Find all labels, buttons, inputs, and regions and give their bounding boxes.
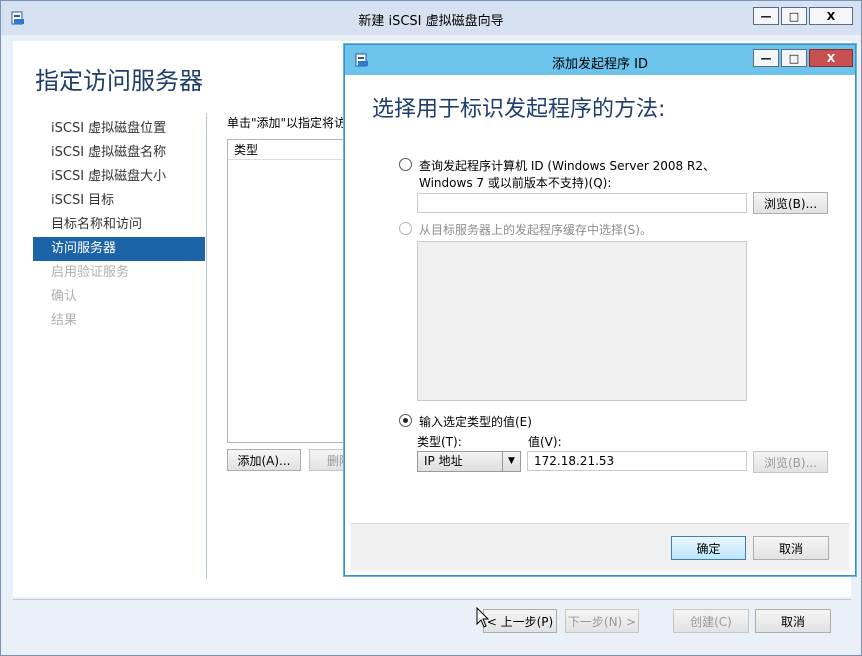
chevron-down-icon[interactable]: ▼ — [502, 452, 520, 471]
dialog-button-bar: 确定 取消 — [351, 523, 849, 571]
manual-label: 输入选定类型的值(E) — [419, 415, 532, 429]
initiator-cache-list[interactable] — [417, 241, 747, 401]
page-title: 指定访问服务器 — [35, 67, 203, 95]
value-input[interactable]: 172.18.21.53 — [527, 451, 747, 471]
nav-item-target-name-access[interactable]: 目标名称和访问 — [33, 213, 205, 237]
cancel-button[interactable]: 取消 — [755, 609, 831, 633]
dialog-body: 选择用于标识发起程序的方法: 查询发起程序计算机 ID (Windows Ser… — [351, 75, 849, 571]
wizard-window-controls: — □ X — [751, 7, 853, 25]
manual-radio[interactable] — [399, 414, 412, 427]
nav-item-confirm: 确认 — [51, 289, 78, 304]
nav-item-disk-location[interactable]: iSCSI 虚拟磁盘位置 — [33, 117, 205, 141]
maximize-button[interactable]: □ — [781, 7, 807, 25]
query-label-line2: Windows 7 或以前版本不支持)(Q): — [419, 176, 612, 190]
dialog-cancel-button[interactable]: 取消 — [753, 536, 829, 560]
nav-item-enable-auth: 启用验证服务 — [51, 265, 130, 280]
nav-item-iscsi-target[interactable]: iSCSI 目标 — [33, 189, 205, 213]
option-manual-value[interactable]: 输入选定类型的值(E) — [399, 413, 532, 430]
instruction-text: 单击"添加"以指定将访 — [227, 116, 347, 130]
query-computer-input[interactable] — [417, 193, 747, 213]
value-label: 值(V): — [528, 435, 562, 449]
dialog-close-button[interactable]: X — [809, 49, 853, 67]
dialog-minimize-button[interactable]: — — [753, 49, 779, 67]
previous-button[interactable]: < 上一步(P) — [483, 609, 557, 633]
cache-label: 从目标服务器上的发起程序缓存中选择(S)。 — [419, 223, 652, 237]
wizard-title: 新建 iSCSI 虚拟磁盘向导 — [358, 14, 504, 29]
manual-browse-button[interactable]: 浏览(B)... — [753, 451, 828, 473]
dialog-maximize-button[interactable]: □ — [781, 49, 807, 67]
cache-radio[interactable] — [399, 222, 412, 235]
mouse-cursor-icon — [476, 607, 490, 628]
add-button[interactable]: 添加(A)... — [227, 449, 301, 471]
query-radio[interactable] — [399, 158, 412, 171]
option-initiator-cache[interactable]: 从目标服务器上的发起程序缓存中选择(S)。 — [399, 221, 652, 238]
wizard-titlebar[interactable]: 新建 iSCSI 虚拟磁盘向导 — □ X — [1, 1, 861, 35]
wizard-nav: iSCSI 虚拟磁盘位置 iSCSI 虚拟磁盘名称 iSCSI 虚拟磁盘大小 i… — [33, 117, 205, 333]
nav-item-access-servers[interactable]: 访问服务器 — [33, 237, 205, 261]
minimize-button[interactable]: — — [753, 7, 779, 25]
ok-button[interactable]: 确定 — [671, 536, 746, 560]
dialog-window-controls: — □ X — [751, 49, 853, 67]
type-select[interactable]: IP 地址 ▼ — [417, 451, 521, 472]
option-query-computer[interactable]: 查询发起程序计算机 ID (Windows Server 2008 R2、 Wi… — [399, 157, 715, 191]
dialog-titlebar[interactable]: 添加发起程序 ID — □ X — [345, 45, 855, 75]
close-button[interactable]: X — [809, 7, 853, 25]
query-label-line1: 查询发起程序计算机 ID (Windows Server 2008 R2、 — [419, 159, 715, 173]
type-label: 类型(T): — [417, 435, 462, 449]
next-button[interactable]: 下一步(N) > — [565, 609, 639, 633]
nav-item-results: 结果 — [51, 313, 78, 328]
nav-item-disk-name[interactable]: iSCSI 虚拟磁盘名称 — [33, 141, 205, 165]
nav-item-disk-size[interactable]: iSCSI 虚拟磁盘大小 — [33, 165, 205, 189]
type-select-value: IP 地址 — [424, 454, 463, 468]
wizard-footer: < 上一步(P) 下一步(N) > 创建(C) 取消 — [1, 601, 861, 655]
footer-divider — [13, 599, 851, 600]
add-initiator-dialog: 添加发起程序 ID — □ X 选择用于标识发起程序的方法: 查询发起程序计算机… — [344, 44, 856, 576]
create-button[interactable]: 创建(C) — [673, 609, 749, 633]
nav-divider — [206, 113, 207, 579]
query-browse-button[interactable]: 浏览(B)... — [753, 192, 828, 214]
dialog-heading: 选择用于标识发起程序的方法: — [372, 97, 666, 122]
